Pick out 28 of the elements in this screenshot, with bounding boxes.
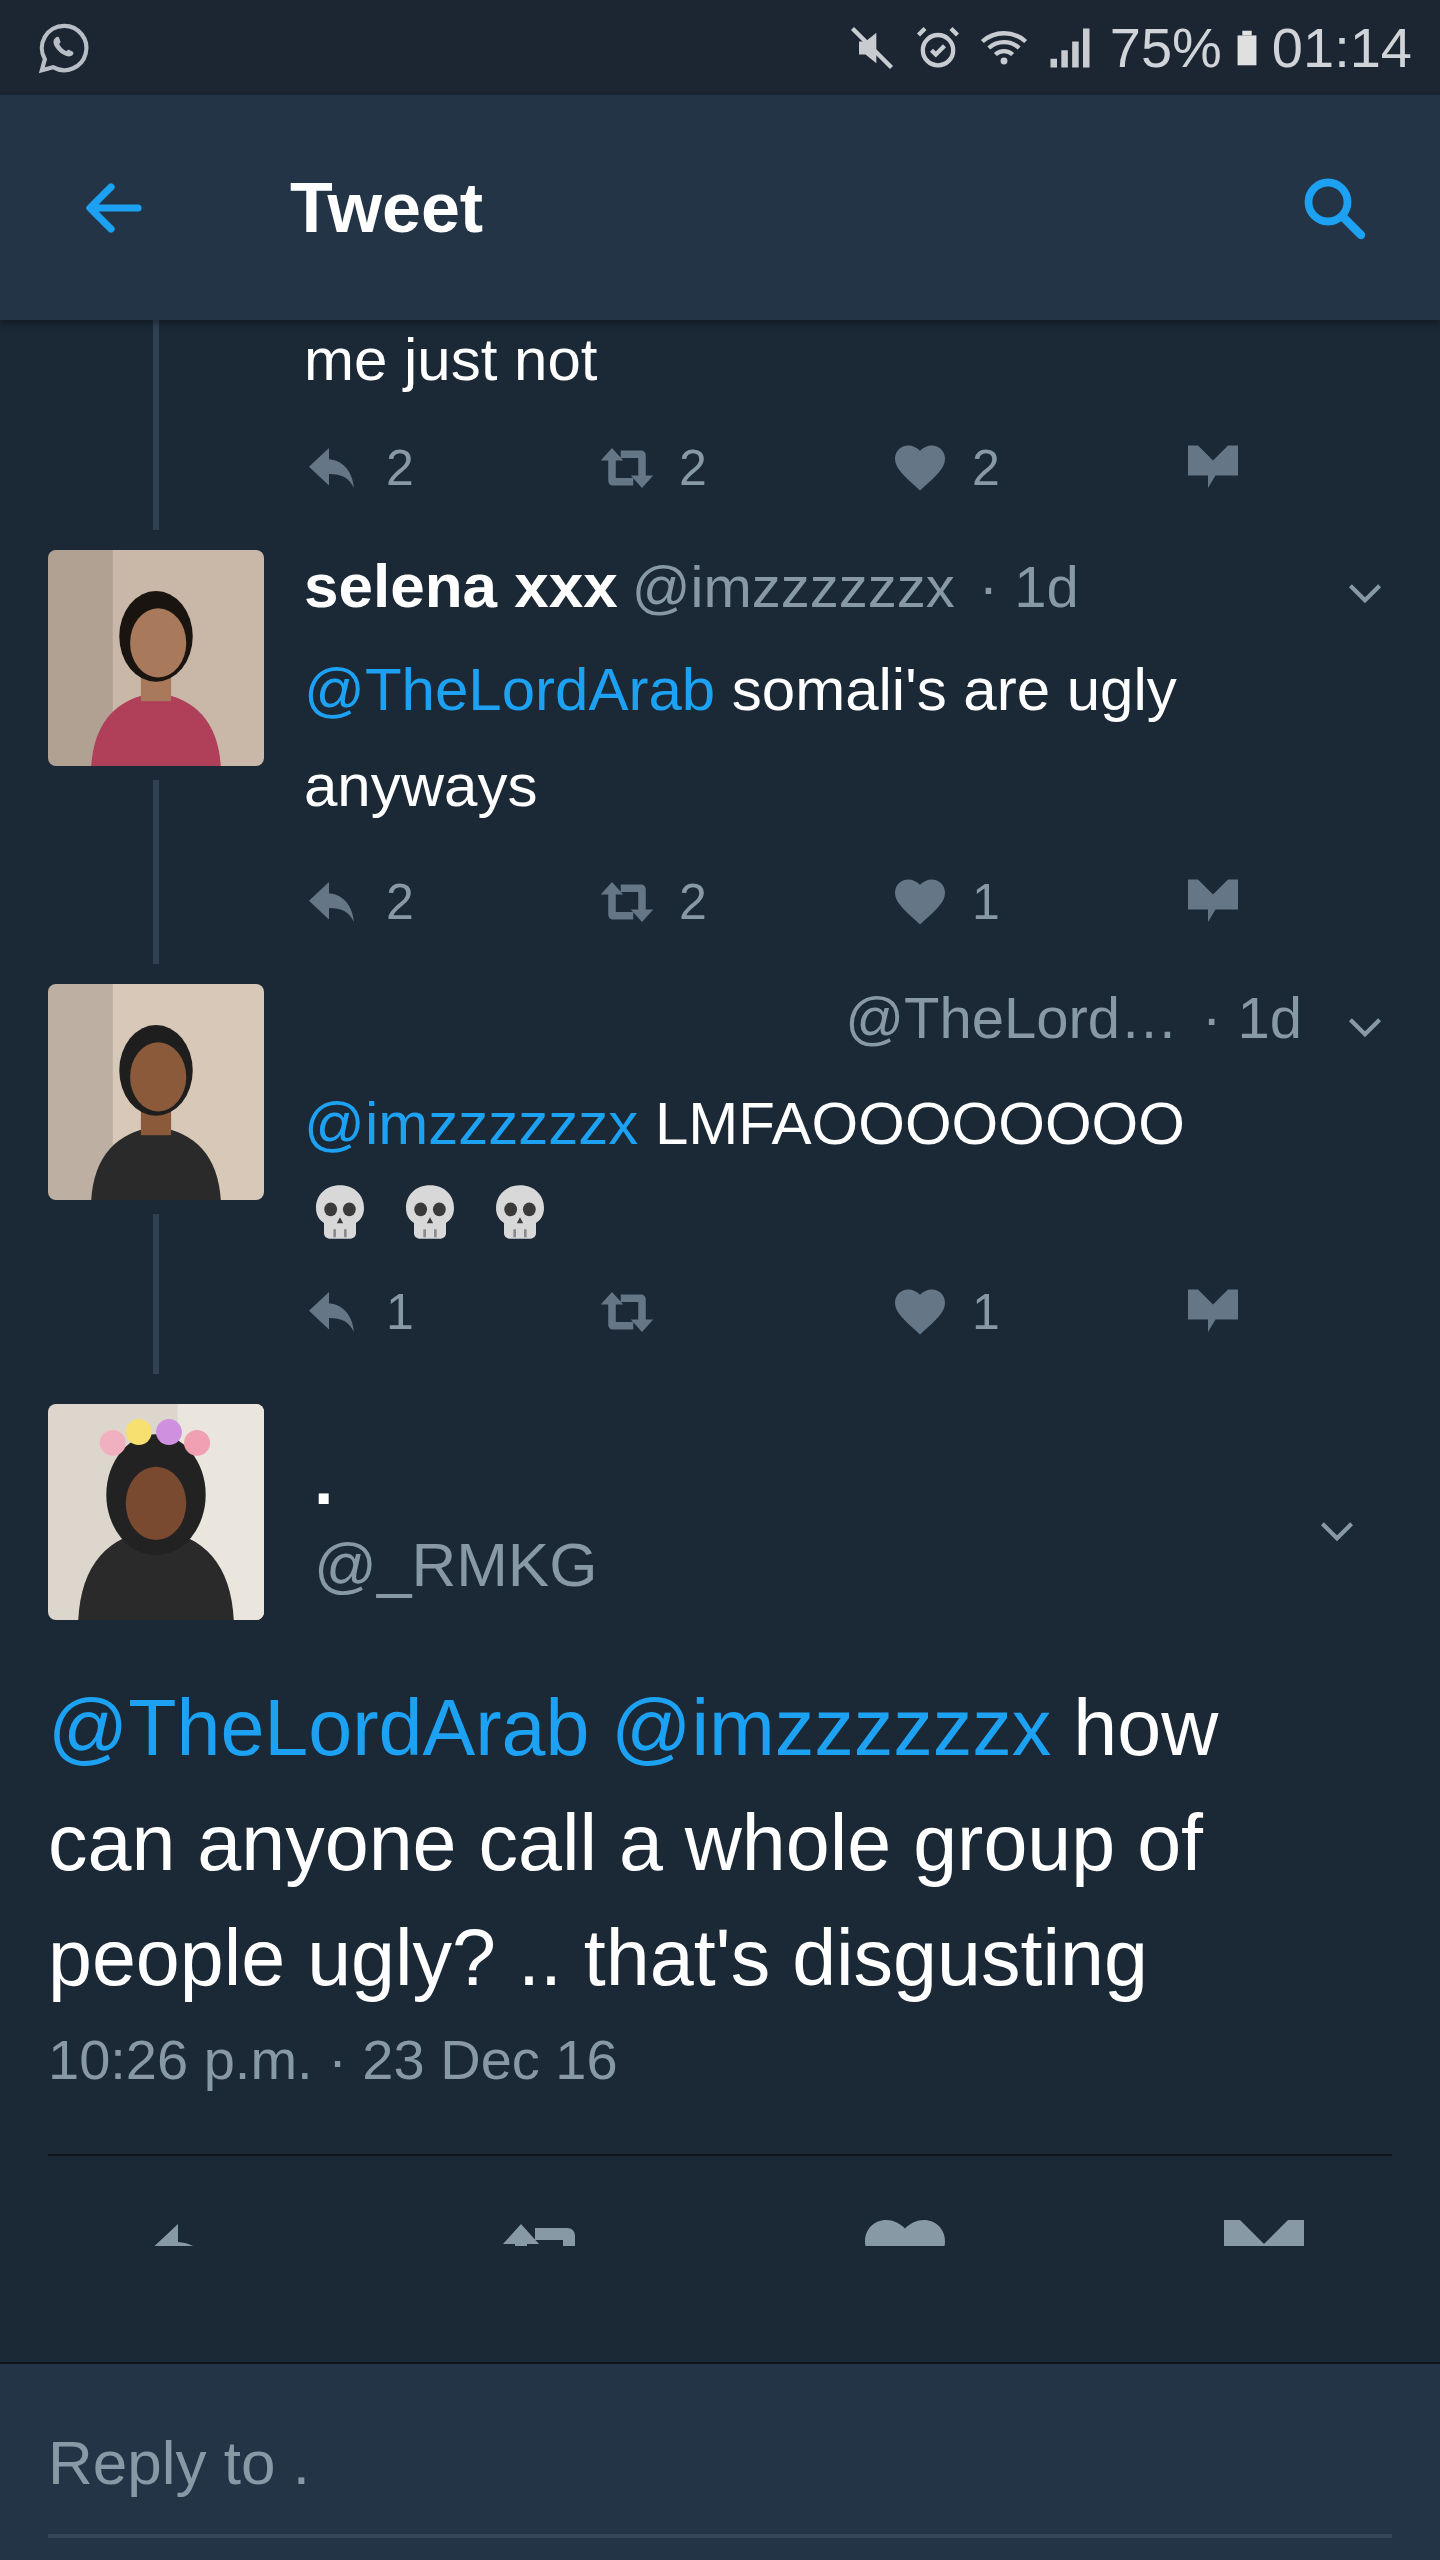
action-count: 2 bbox=[386, 439, 414, 497]
tweet-text: @imzzzzzzx LMFAOOOOOOOO bbox=[304, 1089, 1186, 1159]
mention-link[interactable]: @TheLordArab bbox=[48, 1683, 590, 1772]
battery-percent: 75% bbox=[1109, 15, 1222, 80]
action-count: 2 bbox=[679, 439, 707, 497]
mention-link[interactable]: @imzzzzzzx bbox=[611, 1683, 1052, 1772]
user-handle[interactable]: @_RMKG bbox=[314, 1520, 598, 1610]
user-handle[interactable]: @TheLord… bbox=[845, 984, 1179, 1051]
page-title: Tweet bbox=[290, 167, 485, 248]
reply-field[interactable]: Reply to . bbox=[0, 2362, 1440, 2560]
action-count: 2 bbox=[972, 439, 1000, 497]
tweet-time: · 1d bbox=[978, 553, 1079, 620]
tweet-timestamp: 10:26 p.m. · 23 Dec 16 bbox=[48, 2027, 619, 2092]
user-name[interactable]: . bbox=[314, 1440, 598, 1520]
tweet-text: @TheLordArab somali's are ugly anyways bbox=[304, 655, 1178, 821]
action-count: 1 bbox=[972, 1283, 1000, 1341]
action-count: 2 bbox=[679, 873, 707, 931]
user-handle[interactable]: @imzzzzzzx bbox=[631, 553, 955, 620]
clock-time: 01:14 bbox=[1271, 15, 1412, 80]
tweet-text: me just not bbox=[304, 325, 599, 395]
user-name[interactable]: selena xxx bbox=[304, 550, 618, 621]
mention-link[interactable]: @imzzzzzzx bbox=[304, 1090, 639, 1157]
tweet-text: @TheLordArab @imzzzzzzx how can anyone call a whole group of people ugly? .. that's disgusting bbox=[48, 1682, 1220, 2004]
mention-link[interactable]: @TheLordArab bbox=[304, 656, 716, 723]
action-count: 1 bbox=[972, 873, 1000, 931]
action-count: 2 bbox=[386, 873, 414, 931]
action-count: 1 bbox=[386, 1283, 414, 1341]
tweet-time: · 1d bbox=[1202, 984, 1302, 1051]
